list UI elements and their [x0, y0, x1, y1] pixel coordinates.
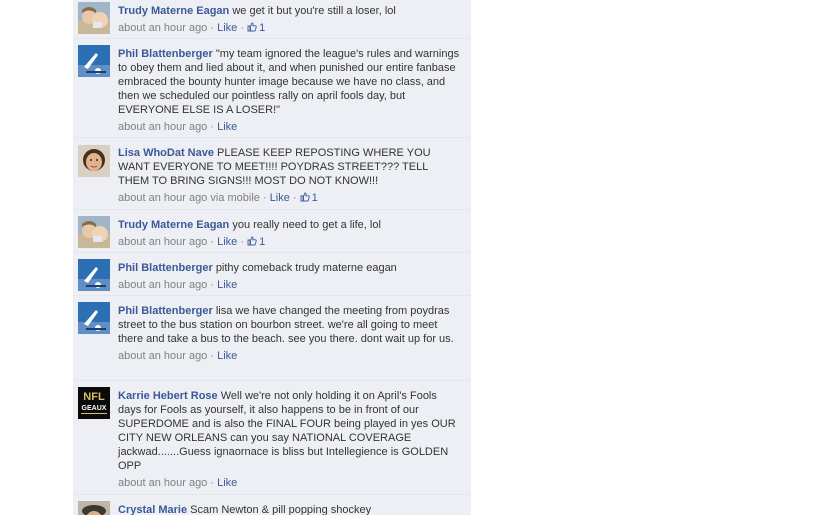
like-link[interactable]: Like — [217, 350, 237, 362]
avatar[interactable] — [78, 2, 110, 34]
avatar[interactable] — [78, 145, 110, 177]
like-count[interactable]: 1 — [300, 192, 318, 204]
comment-item: Trudy Materne Eagan you really need to g… — [73, 210, 471, 253]
avatar[interactable]: NFL GEAUX — [78, 387, 110, 419]
comment-feed: Trudy Materne Eagan we get it but you're… — [73, 0, 471, 515]
avatar-logo-line-2: GEAUX — [82, 405, 107, 412]
comment-meta: about an hour ago · Like — [118, 121, 238, 133]
comment-meta: about an hour ago · Like · 1 — [118, 236, 266, 248]
comment-meta: about an hour ago · Like · 1 — [118, 22, 266, 34]
comment-timestamp[interactable]: about an hour ago — [118, 350, 207, 362]
avatar-logo-line-1: NFL — [83, 391, 105, 403]
like-count[interactable]: 1 — [247, 236, 265, 248]
comment-author-link[interactable]: Lisa WhoDat Nave — [118, 147, 214, 159]
like-link[interactable]: Like — [217, 477, 237, 489]
comment-author-link[interactable]: Crystal Marie — [118, 504, 187, 515]
comment-timestamp[interactable]: about an hour ago — [118, 279, 207, 291]
like-link[interactable]: Like — [217, 22, 237, 34]
comment-author-link[interactable]: Phil Blattenberger — [118, 262, 213, 274]
comment-meta: about an hour ago · Like — [118, 350, 238, 362]
comment-item: Crystal Marie Scam Newton & pill popping… — [73, 495, 471, 515]
comment-timestamp[interactable]: about an hour ago — [118, 22, 207, 34]
comment-timestamp[interactable]: about an hour ago — [118, 236, 207, 248]
comment-timestamp[interactable]: about an hour ago — [118, 121, 207, 133]
comment-item: NFL GEAUX Karrie Hebert Rose Well we're … — [73, 381, 471, 495]
comment-via: via mobile — [210, 192, 260, 204]
like-link[interactable]: Like — [270, 192, 290, 204]
comment-item: Lisa WhoDat Nave PLEASE KEEP REPOSTING W… — [73, 138, 471, 210]
comment-text: Scam Newton & pill popping shockey — [190, 504, 372, 515]
comment-item: Trudy Materne Eagan we get it but you're… — [73, 0, 471, 39]
like-link[interactable]: Like — [217, 121, 237, 133]
avatar[interactable] — [78, 45, 110, 77]
comment-author-link[interactable]: Karrie Hebert Rose — [118, 390, 218, 402]
comment-meta: about an hour ago via mobile · Like · 1 — [118, 192, 318, 204]
comment-text: Well we're not only holding it on April'… — [118, 390, 456, 472]
comment-text: you really need to get a life, lol — [232, 219, 381, 231]
avatar[interactable] — [78, 501, 110, 515]
comment-text: pithy comeback trudy materne eagan — [215, 262, 397, 274]
thumbs-up-icon — [300, 192, 310, 202]
comment-author-link[interactable]: Phil Blattenberger — [118, 48, 213, 60]
comment-item: Phil Blattenberger lisa we have changed … — [73, 296, 471, 381]
like-link[interactable]: Like — [217, 279, 237, 291]
comment-item: Phil Blattenberger pithy comeback trudy … — [73, 253, 471, 296]
thumbs-up-icon — [247, 236, 257, 246]
comment-meta: about an hour ago · Like — [118, 477, 238, 489]
comment-timestamp[interactable]: about an hour ago — [118, 477, 207, 489]
avatar[interactable] — [78, 259, 110, 291]
thumbs-up-icon — [247, 22, 257, 32]
avatar[interactable] — [78, 302, 110, 334]
avatar[interactable] — [78, 216, 110, 248]
comment-timestamp[interactable]: about an hour ago — [118, 192, 207, 204]
comment-author-link[interactable]: Trudy Materne Eagan — [118, 5, 229, 17]
comment-author-link[interactable]: Phil Blattenberger — [118, 305, 213, 317]
like-count[interactable]: 1 — [247, 22, 265, 34]
comment-author-link[interactable]: Trudy Materne Eagan — [118, 219, 229, 231]
comment-item: Phil Blattenberger "my team ignored the … — [73, 39, 471, 138]
comment-text: we get it but you're still a loser, lol — [232, 5, 396, 17]
like-link[interactable]: Like — [217, 236, 237, 248]
comment-meta: about an hour ago · Like — [118, 279, 238, 291]
